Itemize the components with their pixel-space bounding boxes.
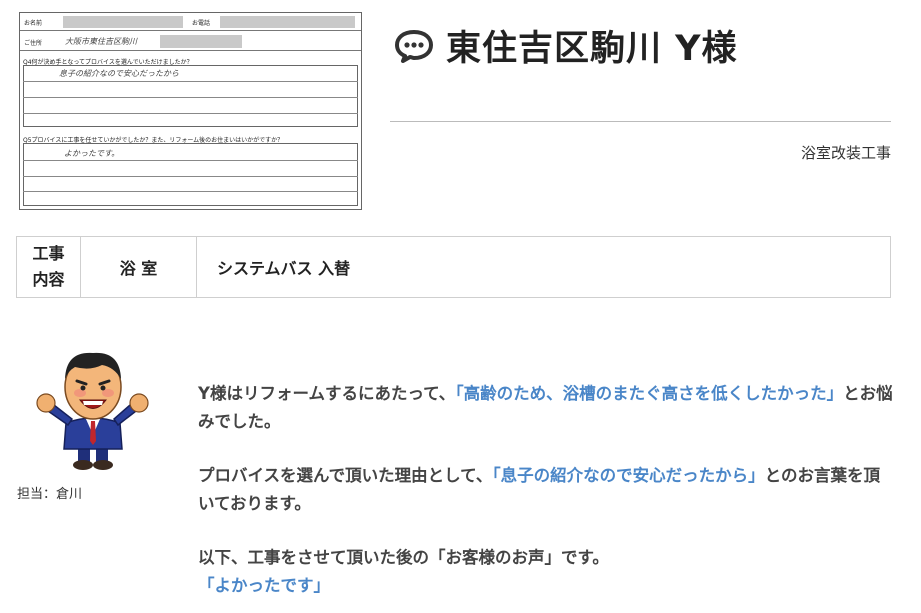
survey-row-address: ご住所 大阪市東住吉区駒川 [20,31,361,51]
p3-text: 以下、工事をさせて頂いた後の「お客様のお声」です。 [198,548,609,567]
testimonial-paragraph-2: プロバイスを選んで頂いた理由として、「息子の紹介なので安心だったから」とのお言葉… [198,462,893,518]
p1-highlight: 「高齢のため、浴槽のまたぐ高さを低くしたかった」 [455,384,844,403]
staff-label: 担当：倉川 [17,487,83,502]
work-label-line2: 内容 [32,270,65,289]
redacted-tel [220,16,355,28]
testimonial-paragraph-1: Y様はリフォームするにあたって、「高齢のため、浴槽のまたぐ高さを低くしたかった」… [198,380,893,436]
redacted-name [63,16,183,28]
survey-address-label: ご住所 [24,40,43,47]
survey-q5-answer: よかったです。 [64,149,120,158]
p2-text: プロバイスを選んで頂いた理由として、 [198,466,493,485]
survey-line [23,81,358,82]
speech-bubble-icon [395,29,433,63]
survey-name-label: お名前 [24,20,43,27]
survey-q4-box: 息子の紹介なので安心だったから [23,65,358,127]
survey-address-hand: 大阪市東住吉区駒川 [65,37,137,46]
p3-highlight: 「よかったです」 [198,576,330,595]
p1-text: Y様はリフォームするにあたって、 [198,384,456,403]
page-header: 東住吉区駒川 Y様 [394,20,738,71]
p2-highlight: 「息子の紹介なので安心だったから」 [492,466,765,485]
survey-tel-label: お電話 [192,20,211,27]
title-divider [390,121,891,122]
testimonial-paragraph-3: 以下、工事をさせて頂いた後の「お客様のお声」です。 「よかったです」 [198,544,893,600]
page-title: 東住吉区駒川 Y様 [446,29,738,69]
redacted-address [160,35,242,48]
survey-line [23,113,358,114]
survey-q4-answer: 息子の紹介なので安心だったから [59,69,179,78]
survey-line [23,176,358,177]
work-label-line1: 工事 [32,244,65,263]
work-label-cell: 工事 内容 [17,237,81,297]
work-category: 浴室改装工事 [800,144,891,162]
staff-avatar [36,352,149,470]
work-detail-cell: システムバス 入替 [217,259,351,278]
work-area-cell: 浴 室 [81,237,197,297]
work-details-table: 工事 内容 浴 室 システムバス 入替 [16,236,891,298]
survey-line [23,191,358,192]
testimonial-body: Y様はリフォームするにあたって、「高齢のため、浴槽のまたぐ高さを低くしたかった」… [198,380,893,613]
survey-line [23,160,358,161]
survey-sheet-image: お名前 お電話 ご住所 大阪市東住吉区駒川 Q4何が決め手となってプロバイスを選… [19,12,362,210]
survey-line [23,97,358,98]
survey-q5-box: よかったです。 [23,143,358,206]
survey-row-name: お名前 お電話 [20,13,361,31]
